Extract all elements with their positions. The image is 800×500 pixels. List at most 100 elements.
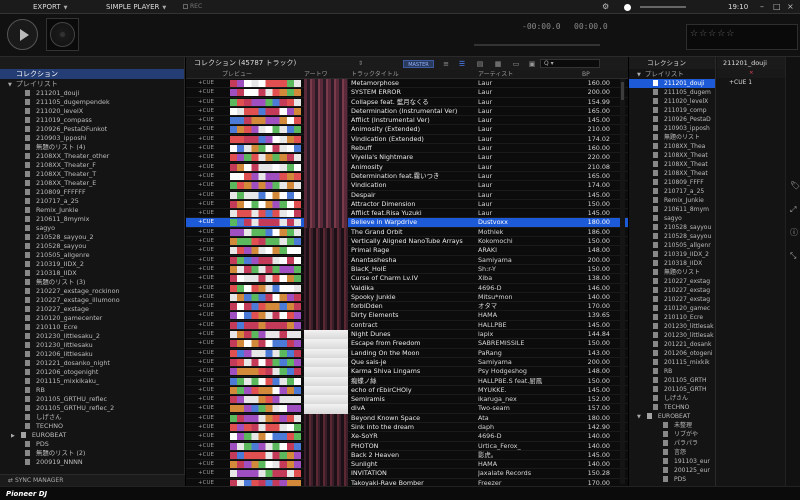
table-row[interactable]: +CUE Semiramis ikaruga_nex 152.00 [186,395,628,405]
cue-button[interactable]: +CUE [186,209,226,218]
preview-waveform[interactable] [230,98,301,106]
sidebar-playlist-item[interactable]: 210611_8mymix [25,215,184,224]
right-playlist-item[interactable]: 2108XX_Theat [653,151,715,160]
cue-button[interactable]: +CUE [186,274,226,283]
column-preview[interactable]: プレビュー [222,70,252,79]
sort-updown-icon[interactable]: ⇕ [358,57,363,70]
table-row[interactable]: +CUE Karma Shiva Lingams Psy Hodgeshog 148.… [186,367,628,377]
table-row[interactable]: +CUE Despair Laur 145.00 [186,190,628,200]
right-playlist-item[interactable]: 210120_gamec [653,304,715,313]
sidebar-playlist-item[interactable]: 210227_exstage_rockinon [25,287,184,296]
table-row[interactable]: +CUE Vindication (Extended) Laur 174.02 [186,134,628,145]
cue-button[interactable]: +CUE [186,377,226,386]
preview-waveform[interactable] [230,442,301,450]
table-row[interactable]: +CUE contract HALLPBE 145.00 [186,320,628,331]
preview-waveform[interactable] [230,340,301,348]
cue-button[interactable]: +CUE [186,191,226,200]
sidebar-playlist-item[interactable]: 201206_littlesaku [25,350,184,359]
right-playlist-item[interactable]: 2108XX_Theat [653,169,715,178]
preview-waveform[interactable] [230,386,301,394]
right-tree-item-playlists[interactable]: ▼ プレイリスト [629,69,715,79]
sidebar-playlist-item[interactable]: 210318_IIDX [25,269,184,278]
table-row[interactable]: +CUE BlacK_HolE Sh:r-Y 150.00 [186,264,628,275]
right-playlist-item[interactable]: 210227_exstag [653,286,715,295]
table-row[interactable]: +CUE Dirty Elements HAMA 139.65 [186,311,628,321]
cue-button[interactable]: +CUE [186,163,226,172]
preview-waveform[interactable] [230,312,301,320]
preview-waveform[interactable] [230,358,301,366]
sidebar-playlist-item[interactable]: 210528_sayyou_2 [25,233,184,242]
preview-waveform[interactable] [230,433,301,441]
cue-button[interactable]: +CUE [186,442,226,451]
list-menu-icon[interactable]: ≡ [440,60,452,68]
cue-button[interactable]: +CUE [186,107,226,116]
table-row[interactable]: +CUE Determination (Instrumental Ver) Laur… [186,106,628,117]
cue-button[interactable]: +CUE [186,228,226,237]
right-playlist-item[interactable]: 210528_sayyou [653,223,715,232]
table-row[interactable]: +CUE Attractor Dimension Laur 150.00 [186,199,628,210]
sidebar-playlist-item[interactable]: 210110_Ecre [25,323,184,332]
sidebar-playlist-item[interactable]: TECHNO [25,422,184,431]
table-row[interactable]: +CUE Metamorphose Laur 160.00 [186,79,628,89]
preview-waveform[interactable] [230,377,301,385]
column-bpm[interactable]: BP [582,70,590,79]
sidebar-playlist-item[interactable]: 210319_IIDX_2 [25,260,184,269]
table-row[interactable]: +CUE echo of rEbirCHOly MYUKKE. 145.00 [186,385,628,396]
preview-waveform[interactable] [230,265,301,273]
sidebar-playlist-item[interactable]: 2108XX_Theater_T [25,170,184,179]
sidebar-playlist-item[interactable]: 201221_dosanko_night [25,359,184,368]
sub-table-row[interactable]: +CUE 1 [717,78,785,87]
preview-waveform[interactable] [230,284,301,292]
right-playlist-item[interactable]: 201230_littlesak [653,331,715,340]
cue-button[interactable]: +CUE [186,237,226,246]
right-playlist-item[interactable]: 210319_IIDX_2 [653,250,715,259]
table-row[interactable]: +CUE Believe in Warpdrive Dustvoxx 180.00 [186,218,628,228]
table-row[interactable]: +CUE Anantashesha Samiyama 200.00 [186,255,628,265]
table-row[interactable]: +CUE The Grand Orbit Mothlek 186.00 [186,227,628,238]
preview-waveform[interactable] [230,293,301,301]
right-playlist-item[interactable]: Remix_Junkie [653,196,715,205]
table-row[interactable]: +CUE SYSTEM ERROR Laur 200.00 [186,88,628,98]
preview-waveform[interactable] [230,182,301,190]
table-row[interactable]: +CUE Sink into the dream daph 142.90 [186,422,628,433]
master-button[interactable]: MASTER [403,60,434,68]
info-icon[interactable]: ⓘ [790,227,798,238]
sidebar-playlist-item[interactable]: 210926_PestaDFunkot [25,125,184,134]
preview-waveform[interactable] [230,423,301,431]
cue-button[interactable]: +CUE [186,125,226,134]
right-playlist-item[interactable]: 210110_Ecre [653,313,715,322]
preview-waveform[interactable] [230,331,301,339]
cue-button[interactable]: +CUE [186,135,226,144]
right-playlist-item[interactable]: 211201_douji [629,79,715,88]
sidebar-playlist-item[interactable]: 200919_NNNN [25,458,184,467]
sidebar-playlist-item[interactable]: 無題のリスト (3) [25,278,184,287]
right-playlist-item[interactable]: 210717_a_25 [653,187,715,196]
sidebar-playlist-item[interactable]: 201206_otogenight [25,368,184,377]
sidebar-playlist-item[interactable]: Remix_Junkie [25,206,184,215]
preview-waveform[interactable] [230,163,301,171]
sidebar-playlist-item[interactable]: 210717_a_25 [25,197,184,206]
chevron-down-icon[interactable]: ▼ [637,414,641,420]
cue-button[interactable]: +CUE [186,98,226,107]
preview-waveform[interactable] [230,107,301,115]
preview-waveform[interactable] [230,396,301,404]
right-folder-child-item[interactable]: PDS [663,475,715,484]
right-folder-child-item[interactable]: 言怨 [663,448,715,457]
cue-button[interactable]: +CUE [186,404,226,413]
cue-button[interactable]: +CUE [186,321,226,330]
preview-waveform[interactable] [230,470,301,478]
right-playlist-item[interactable]: 210809_FFFF [653,178,715,187]
sidebar-playlist-item[interactable]: 201105_GRTHU_reflec [25,395,184,404]
sidebar-playlist-item[interactable]: 211201_douji [25,89,184,98]
right-playlist-item[interactable]: 211019_comp [653,106,715,115]
cue-button[interactable]: +CUE [186,358,226,367]
right-playlist-item[interactable]: 210903_ipposh [653,124,715,133]
sync-manager-button[interactable]: ⇄ SYNC MANAGER [0,474,185,486]
preview-waveform[interactable] [230,461,301,469]
cue-button[interactable]: +CUE [186,293,226,302]
preview-waveform[interactable] [230,414,301,422]
cue-button[interactable]: +CUE [186,265,226,274]
cue-button[interactable]: +CUE [186,88,226,97]
preview-waveform[interactable] [230,145,301,153]
cue-button[interactable]: +CUE [186,218,226,227]
